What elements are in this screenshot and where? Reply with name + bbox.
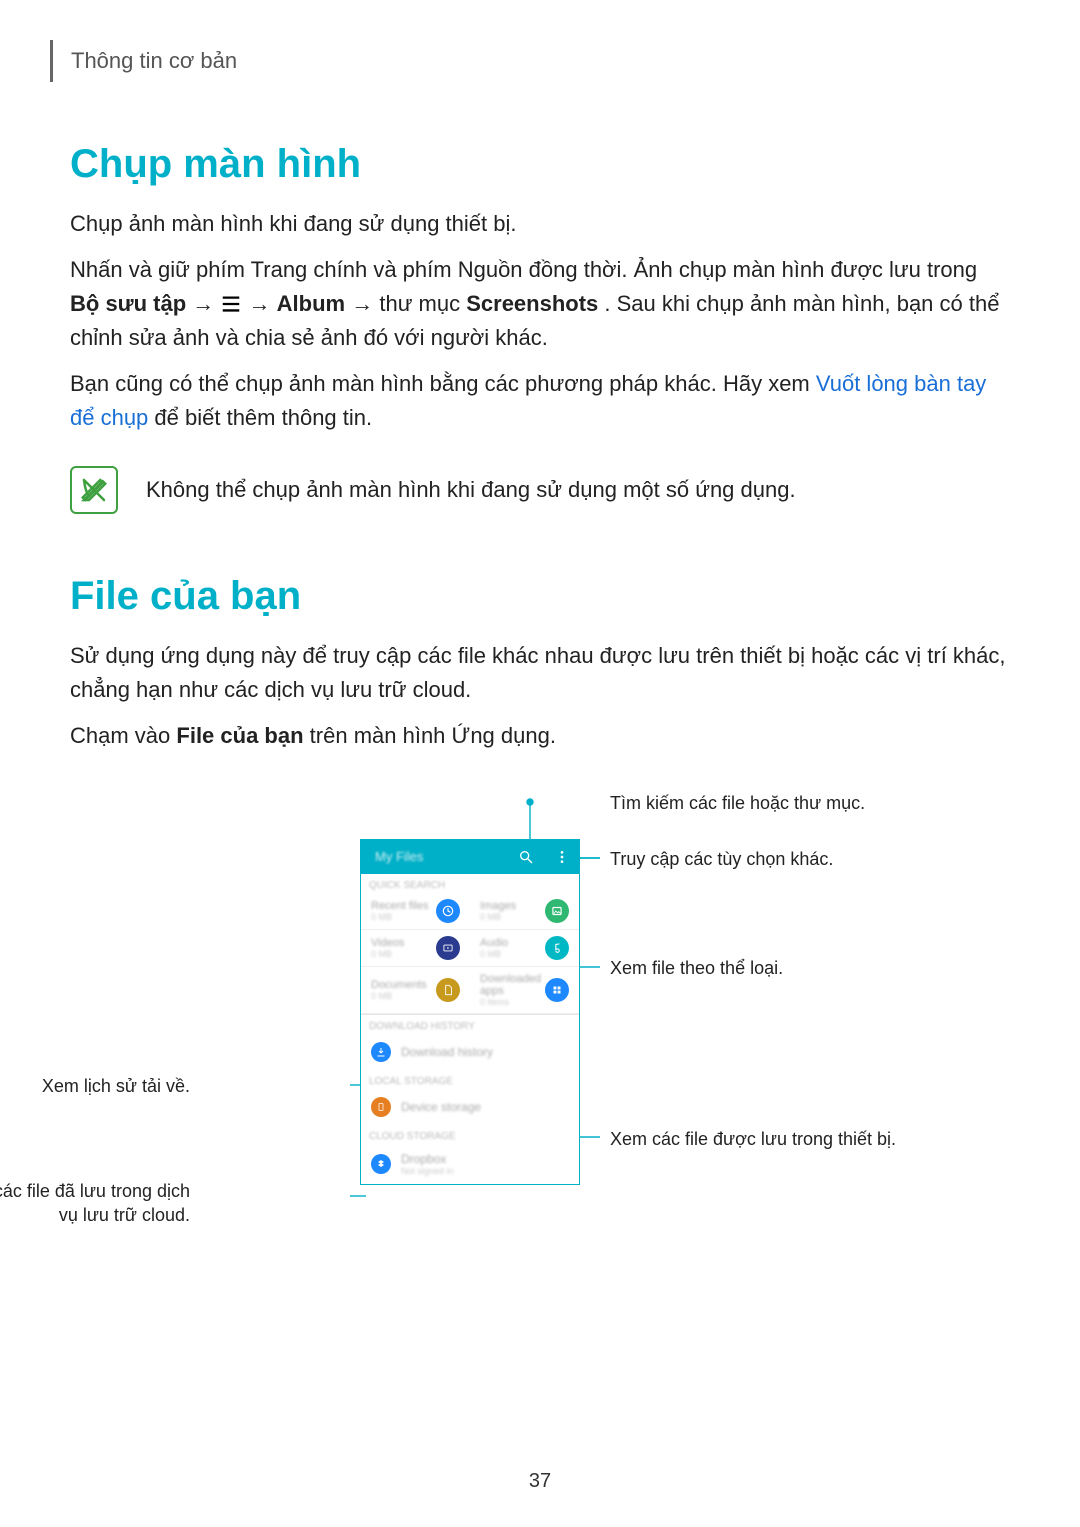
app-title: My Files <box>369 849 499 864</box>
category-label: Images <box>480 900 516 912</box>
more-options-icon[interactable] <box>553 848 571 866</box>
category-sub: 0 MB <box>371 912 428 922</box>
category-audio[interactable]: Audio0 MB <box>470 930 579 967</box>
note-block: Không thể chụp ảnh màn hình khi đang sử … <box>70 466 1010 514</box>
document-icon <box>436 978 460 1002</box>
text-bold: Bộ sưu tập <box>70 291 186 316</box>
local-storage-label: LOCAL STORAGE <box>361 1070 579 1089</box>
text-bold: Album <box>277 291 345 316</box>
download-history-row[interactable]: Download history <box>361 1034 579 1070</box>
category-label: Documents <box>371 979 427 991</box>
figure-my-files: Tìm kiếm các file hoặc thư mục. Truy cập… <box>70 789 1010 1289</box>
note-text: Không thể chụp ảnh màn hình khi đang sử … <box>146 477 796 503</box>
arrow: → <box>249 291 277 316</box>
cloud-storage-label: CLOUD STORAGE <box>361 1125 579 1144</box>
paragraph: Chụp ảnh màn hình khi đang sử dụng thiết… <box>70 207 1010 241</box>
callout-download-history: Xem lịch sử tải về. <box>0 1074 190 1098</box>
text-run: → thư mục <box>351 291 466 316</box>
section-title-myfiles: File của bạn <box>70 574 1010 619</box>
list-item-label: Dropbox <box>401 1152 454 1166</box>
section-title-screenshot: Chụp màn hình <box>70 142 1010 187</box>
text-run: để biết thêm thông tin. <box>154 405 372 430</box>
device-storage-row[interactable]: Device storage <box>361 1089 579 1125</box>
category-label: Recent files <box>371 900 428 912</box>
list-item-sub: Not signed in <box>401 1166 454 1176</box>
image-icon <box>545 899 569 923</box>
paragraph: Bạn cũng có thể chụp ảnh màn hình bằng c… <box>70 367 1010 435</box>
category-sub: 0 MB <box>371 949 404 959</box>
callout-category: Xem file theo thể loại. <box>610 956 783 980</box>
clock-icon <box>436 899 460 923</box>
category-videos[interactable]: Videos0 MB <box>361 930 470 967</box>
paragraph: Chạm vào File của bạn trên màn hình Ứng … <box>70 719 1010 753</box>
note-icon <box>70 466 118 514</box>
download-history-label: DOWNLOAD HISTORY <box>361 1015 579 1034</box>
text-bold: Screenshots <box>466 291 598 316</box>
apps-icon <box>545 978 569 1002</box>
text-bold: File của bạn <box>176 723 303 748</box>
text-run: trên màn hình Ứng dụng. <box>310 723 556 748</box>
category-downloaded-apps[interactable]: Downloaded apps0 items <box>470 967 579 1014</box>
category-documents[interactable]: Documents0 MB <box>361 967 470 1014</box>
cloud-storage-row[interactable]: Dropbox Not signed in <box>361 1144 579 1184</box>
video-icon <box>436 936 460 960</box>
category-sub: 0 MB <box>371 991 427 1001</box>
category-sub: 0 items <box>480 997 545 1007</box>
dropbox-icon <box>371 1154 391 1174</box>
category-images[interactable]: Images0 MB <box>470 893 579 930</box>
category-recent[interactable]: Recent files0 MB <box>361 893 470 930</box>
callout-more-options: Truy cập các tùy chọn khác. <box>610 847 833 871</box>
phone-app-bar: My Files <box>361 840 579 874</box>
text-run: Bạn cũng có thể chụp ảnh màn hình bằng c… <box>70 371 816 396</box>
device-icon <box>371 1097 391 1117</box>
category-label: Audio <box>480 937 508 949</box>
callout-cloud-storage: Xem các file đã lưu trong dịch vụ lưu tr… <box>0 1179 190 1228</box>
page-number: 37 <box>0 1470 1080 1493</box>
list-item-label: Download history <box>401 1045 493 1059</box>
list-item-label: Device storage <box>401 1100 481 1114</box>
paragraph: Nhấn và giữ phím Trang chính và phím Ngu… <box>70 253 1010 355</box>
text-run: Chạm vào <box>70 723 176 748</box>
audio-icon <box>545 936 569 960</box>
text-run: Nhấn và giữ phím Trang chính và phím Ngu… <box>70 257 977 282</box>
callout-device-storage: Xem các file được lưu trong thiết bị. <box>610 1127 896 1151</box>
search-icon[interactable] <box>517 848 535 866</box>
category-grid: Recent files0 MB Images0 MB Videos0 MB A… <box>361 893 579 1015</box>
category-label: Videos <box>371 937 404 949</box>
quick-search-label: QUICK SEARCH <box>361 874 579 893</box>
phone-screenshot: My Files QUICK SEARCH Recent files0 MB I… <box>360 839 580 1185</box>
download-icon <box>371 1042 391 1062</box>
category-sub: 0 MB <box>480 949 508 959</box>
breadcrumb: Thông tin cơ bản <box>50 40 1010 82</box>
menu-icon <box>220 293 242 315</box>
arrow: → <box>192 291 220 316</box>
category-sub: 0 MB <box>480 912 516 922</box>
callout-search: Tìm kiếm các file hoặc thư mục. <box>610 791 865 815</box>
category-label: Downloaded apps <box>480 973 545 997</box>
paragraph: Sử dụng ứng dụng này để truy cập các fil… <box>70 639 1010 707</box>
